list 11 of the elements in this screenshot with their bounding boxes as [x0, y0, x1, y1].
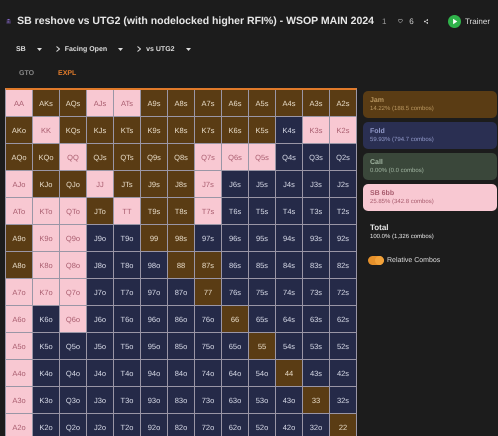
caret-icon — [186, 48, 191, 50]
play-icon — [448, 14, 461, 28]
caret-icon — [118, 48, 124, 50]
total-label: Total — [370, 223, 390, 232]
heart-icon[interactable] — [398, 16, 404, 26]
trainer-button[interactable]: Trainer — [448, 14, 490, 28]
toggle-switch[interactable] — [368, 256, 384, 265]
like-count: 6 — [409, 16, 414, 26]
caret-icon — [36, 48, 42, 50]
title-count: 1 — [382, 16, 386, 26]
page-title: SB reshove vs UTG2 (with nodelocked higher RFI%) - WSOP MAIN 2024 — [17, 15, 374, 27]
